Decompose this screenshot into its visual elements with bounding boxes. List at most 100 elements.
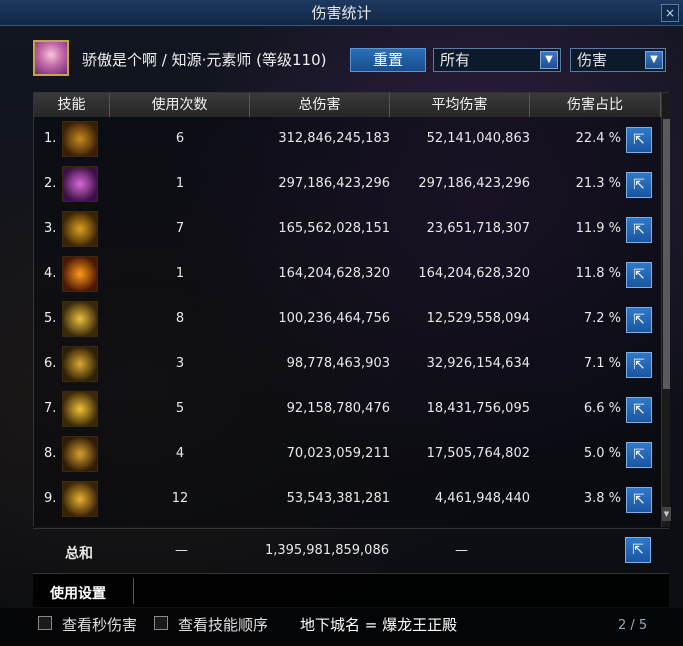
average-damage: 52,141,040,863 xyxy=(426,131,530,146)
share-icon[interactable]: ⇱ xyxy=(626,442,652,468)
row-rank: 7. xyxy=(44,401,57,416)
table-row: 1. 6 312,846,245,183 52,141,040,863 22.4 % ⇱ xyxy=(34,117,661,162)
share-icon[interactable]: ⇱ xyxy=(626,397,652,423)
share-icon[interactable]: ⇱ xyxy=(626,217,652,243)
settings-label[interactable]: 使用设置 xyxy=(50,583,106,603)
target-filter-value: 所有 xyxy=(440,51,471,69)
use-count: 6 xyxy=(175,131,185,146)
share-icon[interactable]: ⇱ xyxy=(625,537,651,563)
use-count: 1 xyxy=(175,176,185,191)
average-damage: 4,461,948,440 xyxy=(434,491,530,506)
table-row: 6. 3 98,778,463,903 32,926,154,634 7.1 % ⇱ xyxy=(34,342,661,387)
skill-order-label: 查看技能顺序 xyxy=(178,616,269,634)
share-icon[interactable]: ⇱ xyxy=(626,127,652,153)
summary-row: 总和 — 1,395,981,859,086 — ⇱ xyxy=(33,528,669,572)
scroll-down-icon[interactable]: ▼ xyxy=(662,507,671,521)
column-header-pct[interactable]: 伤害占比 xyxy=(530,93,661,117)
row-rank: 8. xyxy=(44,446,57,461)
chevron-down-icon[interactable]: ▼ xyxy=(645,51,663,69)
row-rank: 3. xyxy=(44,221,57,236)
damage-table: 技能 使用次数 总伤害 平均伤害 伤害占比 1. 6 312,846,245,183… xyxy=(33,92,671,527)
share-icon[interactable]: ⇱ xyxy=(626,262,652,288)
skill-order-checkbox[interactable] xyxy=(154,616,168,630)
damage-share: 11.8 % xyxy=(575,266,621,281)
close-icon[interactable]: × xyxy=(661,4,679,22)
avatar xyxy=(33,40,69,76)
row-rank: 4. xyxy=(44,266,57,281)
column-header-count[interactable]: 使用次数 xyxy=(110,93,250,117)
table-row: 2. 1 297,186,423,296 297,186,423,296 21.3 % ⇱ xyxy=(34,162,661,207)
average-damage: 12,529,558,094 xyxy=(426,311,530,326)
window-title: 伤害统计 xyxy=(311,4,372,22)
page-indicator: 2 / 5 xyxy=(618,618,648,633)
summary-avg: — xyxy=(455,543,468,558)
share-icon[interactable]: ⇱ xyxy=(626,487,652,513)
use-count: 4 xyxy=(175,446,185,461)
reset-button[interactable]: 重置 xyxy=(350,48,426,72)
total-damage: 312,846,245,183 xyxy=(278,131,390,146)
average-damage: 32,926,154,634 xyxy=(426,356,530,371)
row-rank: 2. xyxy=(44,176,57,191)
use-count: 12 xyxy=(171,491,189,506)
total-damage: 297,186,423,296 xyxy=(278,176,390,191)
row-rank: 6. xyxy=(44,356,57,371)
share-icon[interactable]: ⇱ xyxy=(626,172,652,198)
total-damage: 100,236,464,756 xyxy=(278,311,390,326)
title-bar[interactable]: 伤害统计 × xyxy=(0,0,683,26)
use-count: 3 xyxy=(175,356,185,371)
per-second-checkbox[interactable] xyxy=(38,616,52,630)
game-screen: 伤害统计 × 骄傲是个啊 / 知源·元素师 (等级110) 重置 所有 ▼ 伤害… xyxy=(0,0,683,646)
share-icon[interactable]: ⇱ xyxy=(626,352,652,378)
table-row: 4. 1 164,204,628,320 164,204,628,320 11.8 % ⇱ xyxy=(34,252,661,297)
damage-share: 5.0 % xyxy=(583,446,621,461)
table-row: 7. 5 92,158,780,476 18,431,756,095 6.6 % ⇱ xyxy=(34,387,661,432)
column-header-skill[interactable]: 技能 xyxy=(34,93,110,117)
table-row: 3. 7 165,562,028,151 23,651,718,307 11.9 % ⇱ xyxy=(34,207,661,252)
use-count: 1 xyxy=(175,266,185,281)
column-header-avg[interactable]: 平均伤害 xyxy=(390,93,530,117)
dungeon-name: 地下城名 = 爆龙王正殿 xyxy=(300,616,458,634)
character-label: 骄傲是个啊 / 知源·元素师 (等级110) xyxy=(82,51,327,69)
ring-skill-icon xyxy=(62,481,98,517)
type-filter-select[interactable]: 伤害 ▼ xyxy=(570,48,666,72)
total-damage: 165,562,028,151 xyxy=(278,221,390,236)
damage-share: 6.6 % xyxy=(583,401,621,416)
flame-pillar-skill-icon xyxy=(62,211,98,247)
dome-skill-icon xyxy=(62,166,98,202)
table-row: 8. 4 70,023,059,211 17,505,764,802 5.0 % ⇱ xyxy=(34,432,661,477)
star-skill-icon xyxy=(62,391,98,427)
blade-skill-icon xyxy=(62,301,98,337)
summary-label: 总和 xyxy=(65,546,93,562)
row-rank: 1. xyxy=(44,131,57,146)
share-icon[interactable]: ⇱ xyxy=(626,307,652,333)
use-count: 8 xyxy=(175,311,185,326)
use-count: 7 xyxy=(175,221,185,236)
halo-skill-icon xyxy=(62,436,98,472)
total-damage: 164,204,628,320 xyxy=(278,266,390,281)
type-filter-value: 伤害 xyxy=(577,51,608,69)
scrollbar-thumb[interactable] xyxy=(663,119,670,389)
table-header: 技能 使用次数 总伤害 平均伤害 伤害占比 xyxy=(34,93,661,117)
chevron-down-icon[interactable]: ▼ xyxy=(540,51,558,69)
slash-skill-icon xyxy=(62,346,98,382)
row-rank: 5. xyxy=(44,311,57,326)
divider xyxy=(133,578,134,604)
target-filter-select[interactable]: 所有 ▼ xyxy=(433,48,561,72)
table-row: 5. 8 100,236,464,756 12,529,558,094 7.2 % ⇱ xyxy=(34,297,661,342)
damage-share: 22.4 % xyxy=(575,131,621,146)
average-damage: 18,431,756,095 xyxy=(426,401,530,416)
table-row: 9. 12 53,543,381,281 4,461,948,440 3.8 % ⇱ xyxy=(34,477,661,522)
burst-skill-icon xyxy=(62,256,98,292)
total-damage: 70,023,059,211 xyxy=(286,446,390,461)
settings-bar: 使用设置 xyxy=(33,573,669,607)
damage-share: 3.8 % xyxy=(583,491,621,506)
use-count: 5 xyxy=(175,401,185,416)
damage-share: 7.1 % xyxy=(583,356,621,371)
column-header-total[interactable]: 总伤害 xyxy=(250,93,390,117)
vortex-skill-icon xyxy=(62,121,98,157)
scrollbar[interactable]: ▼ xyxy=(661,93,671,527)
per-second-label: 查看秒伤害 xyxy=(62,616,138,634)
damage-share: 21.3 % xyxy=(575,176,621,191)
summary-total: 1,395,981,859,086 xyxy=(264,543,389,558)
average-damage: 17,505,764,802 xyxy=(426,446,530,461)
